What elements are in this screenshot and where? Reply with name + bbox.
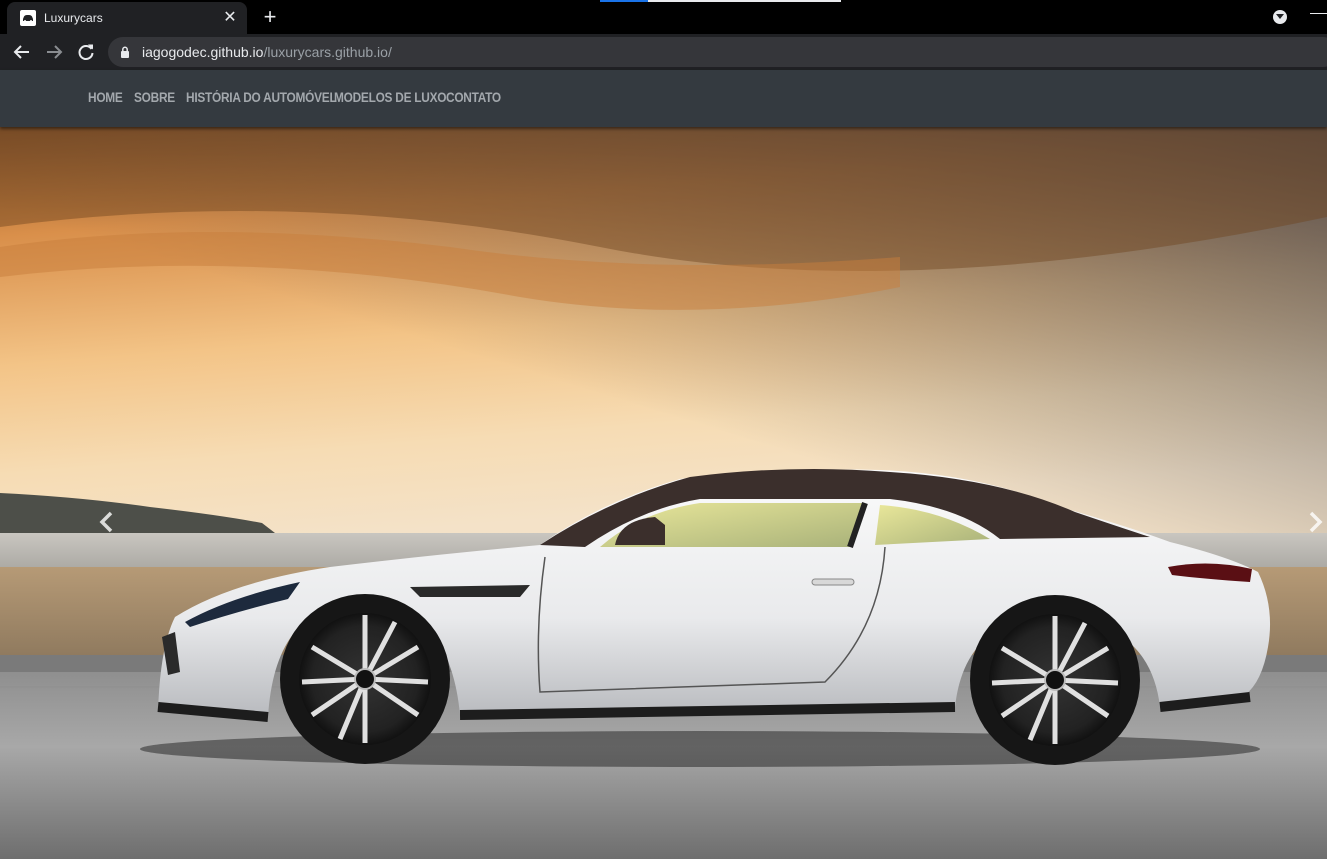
carousel-prev-button[interactable] xyxy=(92,507,122,537)
browser-tab-active[interactable]: Luxurycars ✕ xyxy=(7,2,247,34)
tab-search-icon[interactable] xyxy=(1273,10,1287,24)
url-host: iagogodec.github.io xyxy=(142,44,264,60)
new-tab-icon[interactable]: + xyxy=(259,6,281,28)
close-tab-icon[interactable]: ✕ xyxy=(221,9,239,27)
address-bar[interactable]: iagogodec.github.io/luxurycars.github.io… xyxy=(108,37,1327,67)
front-wheel xyxy=(280,594,450,764)
hero-car-image xyxy=(0,127,1327,859)
loading-indicator-track xyxy=(648,0,841,2)
back-arrow-icon[interactable] xyxy=(11,41,33,63)
nav-link-historia[interactable]: HISTÓRIA DO AUTOMÓVEL xyxy=(186,90,337,105)
tab-title: Luxurycars xyxy=(44,11,103,25)
url-path: /luxurycars.github.io/ xyxy=(263,44,392,60)
chevron-left-icon xyxy=(99,511,113,533)
nav-link-contato[interactable]: CONTATO xyxy=(446,90,501,105)
rear-wheel xyxy=(970,595,1140,765)
car-icon xyxy=(20,10,36,26)
url-text: iagogodec.github.io/luxurycars.github.io… xyxy=(142,44,392,60)
site-navbar: HOME SOBRE HISTÓRIA DO AUTOMÓVEL MODELOS… xyxy=(0,70,1327,127)
lock-icon xyxy=(121,46,129,58)
minimize-window-icon[interactable] xyxy=(1310,13,1327,14)
tab-strip: Luxurycars ✕ + xyxy=(0,0,1327,34)
nav-menu: HOME SOBRE HISTÓRIA DO AUTOMÓVEL MODELOS… xyxy=(88,90,510,105)
nav-link-modelos[interactable]: MODELOS DE LUXO xyxy=(334,90,446,105)
carousel-next-button[interactable] xyxy=(1300,507,1327,537)
loading-indicator xyxy=(600,0,648,2)
hero-carousel xyxy=(0,127,1327,859)
browser-toolbar: iagogodec.github.io/luxurycars.github.io… xyxy=(0,34,1327,70)
forward-arrow-icon[interactable] xyxy=(43,41,65,63)
nav-link-home[interactable]: HOME xyxy=(88,90,127,105)
chevron-right-icon xyxy=(1309,511,1323,533)
reload-icon[interactable] xyxy=(75,41,97,63)
nav-link-sobre[interactable]: SOBRE xyxy=(134,90,178,105)
